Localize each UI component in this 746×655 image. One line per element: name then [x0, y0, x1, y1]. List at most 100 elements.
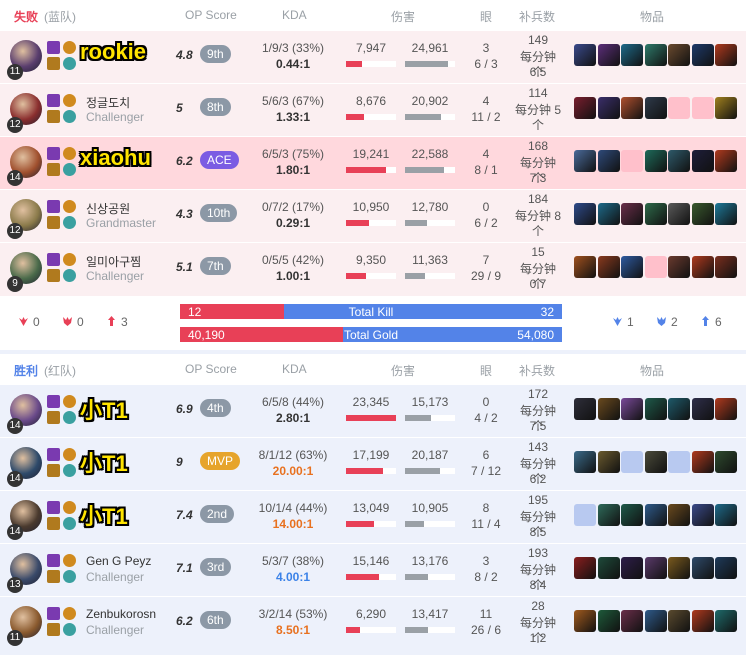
secondary-rune-icon[interactable] — [63, 517, 76, 530]
item-icon[interactable] — [644, 610, 667, 632]
keystone-rune-icon[interactable] — [63, 501, 76, 514]
item-icon[interactable] — [715, 451, 737, 473]
keystone-rune-icon[interactable] — [63, 554, 76, 567]
empty-item-slot[interactable] — [668, 451, 690, 473]
item-icon[interactable] — [668, 398, 690, 420]
item-icon[interactable] — [715, 150, 737, 172]
player-row[interactable]: 14 xiaohu 6.2 ACE 6/5/3 (75%) 1.80:1 19,241 22,… — [0, 136, 746, 189]
item-icon[interactable] — [668, 610, 690, 632]
item-icon[interactable] — [668, 256, 690, 278]
summoner-spell-icon[interactable] — [47, 253, 60, 266]
summoner-spell-icon[interactable] — [47, 501, 60, 514]
secondary-rune-icon[interactable] — [63, 464, 76, 477]
item-icon[interactable] — [691, 150, 714, 172]
item-icon[interactable] — [621, 557, 643, 579]
item-icon[interactable] — [574, 557, 596, 579]
item-icon[interactable] — [691, 203, 714, 225]
item-icon[interactable] — [644, 504, 667, 526]
summoner-spell-icon[interactable] — [47, 110, 60, 123]
item-icon[interactable] — [691, 451, 714, 473]
summoner-spell-icon[interactable] — [47, 216, 60, 229]
player-name-overlay[interactable]: rookie — [80, 39, 146, 65]
item-icon[interactable] — [644, 150, 667, 172]
item-icon[interactable] — [715, 398, 737, 420]
player-name[interactable]: Gen G Peyz — [86, 554, 151, 568]
item-icon[interactable] — [715, 44, 737, 66]
player-name-overlay[interactable]: xiaohu — [80, 145, 151, 171]
summoner-spell-icon[interactable] — [47, 200, 60, 213]
player-name[interactable]: 일미아구찜 — [86, 253, 141, 270]
item-icon[interactable] — [597, 504, 620, 526]
item-icon[interactable] — [668, 44, 690, 66]
empty-item-slot[interactable] — [668, 97, 690, 119]
item-icon[interactable] — [574, 256, 596, 278]
summoner-spell-icon[interactable] — [47, 163, 60, 176]
item-icon[interactable] — [597, 44, 620, 66]
item-icon[interactable] — [574, 203, 596, 225]
summoner-spell-icon[interactable] — [47, 607, 60, 620]
item-icon[interactable] — [574, 44, 596, 66]
summoner-spell-icon[interactable] — [47, 411, 60, 424]
empty-item-slot[interactable] — [621, 451, 643, 473]
item-icon[interactable] — [715, 557, 737, 579]
item-icon[interactable] — [715, 256, 737, 278]
item-icon[interactable] — [715, 97, 737, 119]
summoner-spell-icon[interactable] — [47, 464, 60, 477]
item-icon[interactable] — [597, 610, 620, 632]
item-icon[interactable] — [668, 504, 690, 526]
item-icon[interactable] — [668, 203, 690, 225]
item-icon[interactable] — [597, 203, 620, 225]
item-icon[interactable] — [715, 610, 737, 632]
player-row[interactable]: 12 정글도치 Challenger 5 8th 5/6/3 (67%) 1.33:1 8,6… — [0, 83, 746, 136]
item-icon[interactable] — [621, 44, 643, 66]
player-name-overlay[interactable]: 小T1 — [80, 499, 128, 531]
summoner-spell-icon[interactable] — [47, 554, 60, 567]
player-name[interactable]: 정글도치 — [86, 94, 130, 111]
empty-item-slot[interactable] — [574, 504, 596, 526]
item-icon[interactable] — [691, 557, 714, 579]
player-row[interactable]: 13 Gen G Peyz Challenger 7.1 3rd 5/3/7 (38%) 4… — [0, 543, 746, 596]
secondary-rune-icon[interactable] — [63, 163, 76, 176]
summoner-spell-icon[interactable] — [47, 147, 60, 160]
player-row[interactable]: 9 일미아구찜 Challenger 5.1 7th 0/5/5 (42%) 1.00:1 9… — [0, 242, 746, 295]
secondary-rune-icon[interactable] — [63, 570, 76, 583]
summoner-spell-icon[interactable] — [47, 395, 60, 408]
secondary-rune-icon[interactable] — [63, 110, 76, 123]
item-icon[interactable] — [574, 610, 596, 632]
item-icon[interactable] — [621, 97, 643, 119]
secondary-rune-icon[interactable] — [63, 269, 76, 282]
keystone-rune-icon[interactable] — [63, 395, 76, 408]
player-row[interactable]: 11 Zenbukorosn Challenger 6.2 6th 3/2/14 (53%… — [0, 596, 746, 649]
item-icon[interactable] — [621, 203, 643, 225]
player-row[interactable]: 14 小T1 9 MVP 8/1/12 (63%) 20.00:1 17,199 20,187… — [0, 437, 746, 490]
keystone-rune-icon[interactable] — [63, 607, 76, 620]
player-row[interactable]: 14 小T1 6.9 4th 6/5/8 (44%) 2.80:1 23,345 15,173… — [0, 384, 746, 437]
player-name[interactable]: 신상공원 — [86, 200, 130, 217]
keystone-rune-icon[interactable] — [63, 147, 76, 160]
item-icon[interactable] — [644, 97, 667, 119]
item-icon[interactable] — [715, 203, 737, 225]
summoner-spell-icon[interactable] — [47, 448, 60, 461]
item-icon[interactable] — [644, 451, 667, 473]
item-icon[interactable] — [621, 610, 643, 632]
summoner-spell-icon[interactable] — [47, 41, 60, 54]
secondary-rune-icon[interactable] — [63, 623, 76, 636]
item-icon[interactable] — [691, 256, 714, 278]
summoner-spell-icon[interactable] — [47, 570, 60, 583]
player-name-overlay[interactable]: 小T1 — [80, 393, 128, 425]
empty-item-slot[interactable] — [644, 256, 667, 278]
item-icon[interactable] — [597, 451, 620, 473]
item-icon[interactable] — [574, 398, 596, 420]
empty-item-slot[interactable] — [691, 97, 714, 119]
summoner-spell-icon[interactable] — [47, 623, 60, 636]
summoner-spell-icon[interactable] — [47, 517, 60, 530]
summoner-spell-icon[interactable] — [47, 57, 60, 70]
keystone-rune-icon[interactable] — [63, 253, 76, 266]
player-row[interactable]: 14 小T1 7.4 2nd 10/1/4 (44%) 14.00:1 13,049 10,9… — [0, 490, 746, 543]
player-row[interactable]: 11 rookie 4.8 9th 1/9/3 (33%) 0.44:1 7,947 24,9… — [0, 30, 746, 83]
item-icon[interactable] — [644, 557, 667, 579]
secondary-rune-icon[interactable] — [63, 216, 76, 229]
keystone-rune-icon[interactable] — [63, 41, 76, 54]
item-icon[interactable] — [597, 97, 620, 119]
summoner-spell-icon[interactable] — [47, 269, 60, 282]
